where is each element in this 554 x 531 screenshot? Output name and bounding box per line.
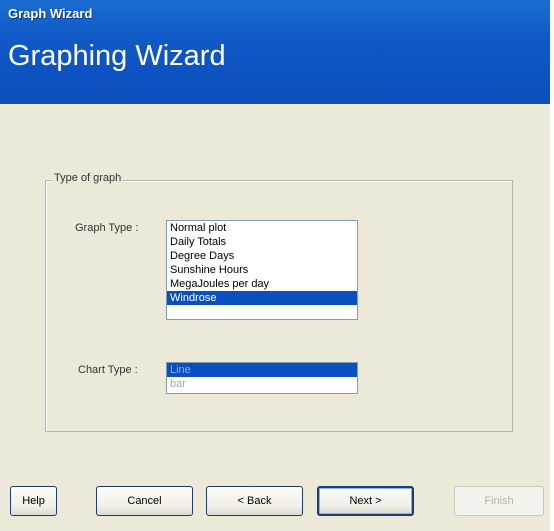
back-button[interactable]: < Back (206, 486, 303, 516)
chart-type-listbox: Line bar (166, 362, 358, 394)
graph-type-option[interactable]: Degree Days (167, 249, 357, 263)
chart-type-label: Chart Type : (78, 364, 138, 376)
chart-type-option: bar (170, 378, 186, 390)
wizard-header-title: Graphing Wizard (8, 40, 226, 72)
graph-type-option[interactable]: Daily Totals (167, 235, 357, 249)
graph-type-listbox[interactable]: Normal plot Daily Totals Degree Days Sun… (166, 220, 358, 320)
chart-type-option-selected: Line (167, 363, 357, 377)
window-title: Graph Wizard (8, 6, 93, 21)
help-button[interactable]: Help (10, 486, 57, 516)
graph-type-option-selected[interactable]: Windrose (167, 291, 357, 305)
graph-type-option[interactable]: Sunshine Hours (167, 263, 357, 277)
graph-type-label: Graph Type : (75, 222, 139, 234)
finish-button: Finish (454, 486, 544, 516)
graph-wizard-window: Graph Wizard Graphing Wizard Type of gra… (0, 0, 550, 531)
next-button[interactable]: Next > (317, 486, 414, 516)
graph-type-option[interactable]: Normal plot (167, 221, 357, 235)
graph-type-option[interactable]: MegaJoules per day (167, 277, 357, 291)
groupbox-legend: Type of graph (52, 172, 124, 184)
cancel-button[interactable]: Cancel (96, 486, 193, 516)
title-bar: Graph Wizard Graphing Wizard (0, 0, 550, 104)
